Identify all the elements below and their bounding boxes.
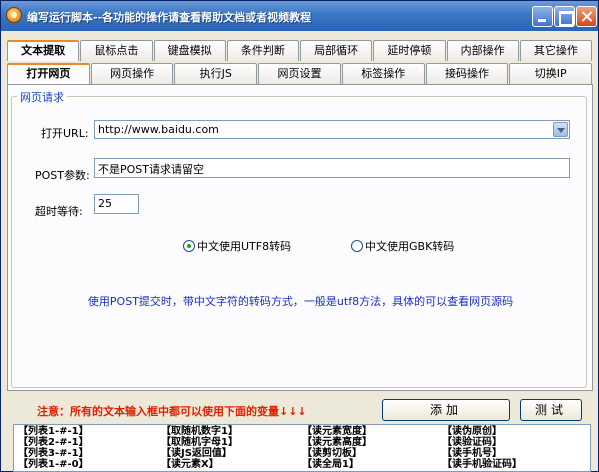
post-params-input[interactable]: 不是POST请求请留空 [94,158,570,178]
variable-item[interactable]: 【列表3-#-1】 [18,448,89,459]
variable-column: 【取随机数字1】 【取随机字母1】 【读JS返回值】 【读元素X】 [161,426,238,470]
tab-loop[interactable]: 局部循环 [300,40,373,61]
add-button[interactable]: 添加 [382,399,510,421]
variable-item[interactable]: 【列表2-#-1】 [18,437,89,448]
request-groupbox [11,96,587,388]
group-title: 网页请求 [17,89,67,105]
variable-item[interactable]: 【读验证码】 [442,437,522,448]
chevron-down-icon[interactable] [553,122,568,137]
variable-item[interactable]: 【取随机数字1】 [161,426,238,437]
tab-page-actions[interactable]: 网页操作 [90,63,174,84]
window-title: 编写运行脚本--各功能的操作请查看帮助文档或者视频教程 [27,11,312,24]
tab-mouse-click[interactable]: 鼠标点击 [80,40,153,61]
tab-run-js[interactable]: 执行JS [174,63,258,84]
maximize-button[interactable] [554,6,575,27]
tab-open-page[interactable]: 打开网页 [7,63,90,84]
variable-item[interactable]: 【读JS返回值】 [161,448,238,459]
variables-notice: 注意：所有的文本输入框中都可以使用下面的变量↓↓↓ [37,405,307,418]
main-tab-bar: 文本提取 鼠标点击 键盘模拟 条件判断 局部循环 延时停顿 内部操作 其它操作 [7,40,593,61]
encoding-hint: 使用POST提交时，带中文字符的转码方式，一般是utf8方法，具体的可以查看网页… [87,295,514,308]
variable-list[interactable]: 【列表1-#-1】 【列表2-#-1】 【列表3-#-1】 【列表1-#-0】 … [13,424,591,472]
variable-item[interactable]: 【读剪切板】 [302,448,372,459]
variable-column: 【列表1-#-1】 【列表2-#-1】 【列表3-#-1】 【列表1-#-0】 [18,426,89,470]
variable-item[interactable]: 【读全局1】 [302,459,372,470]
tab-keyboard[interactable]: 键盘模拟 [153,40,226,61]
title-bar[interactable]: 编写运行脚本--各功能的操作请查看帮助文档或者视频教程 [1,1,598,31]
tab-delay[interactable]: 延时停顿 [373,40,446,61]
variable-item[interactable]: 【读元素高度】 [302,437,372,448]
variable-item[interactable]: 【读伪原创】 [442,426,522,437]
variable-item[interactable]: 【读手机号】 [442,448,522,459]
tab-text-extract[interactable]: 文本提取 [7,40,80,61]
radio-unchecked-icon [351,240,363,252]
variable-item[interactable]: 【列表1-#-1】 [18,426,89,437]
sub-tab-bar: 打开网页 网页操作 执行JS 网页设置 标签操作 接码操作 切换IP [7,63,593,84]
tab-other[interactable]: 其它操作 [519,40,592,61]
url-label: 打开URL: [41,127,89,140]
minimize-button[interactable] [532,6,553,27]
variable-item[interactable]: 【读手机验证码】 [442,459,522,470]
test-button[interactable]: 测试 [520,399,582,421]
variable-item[interactable]: 【读元素宽度】 [302,426,372,437]
tab-tag-actions[interactable]: 标签操作 [341,63,425,84]
timeout-label: 超时等待: [35,205,83,218]
app-window: 编写运行脚本--各功能的操作请查看帮助文档或者视频教程 文本提取 鼠标点击 键盘… [0,0,599,472]
variable-item[interactable]: 【读元素X】 [161,459,238,470]
radio-gbk[interactable]: 中文使用GBK转码 [351,238,454,254]
tab-sms-code[interactable]: 接码操作 [425,63,509,84]
radio-utf8[interactable]: 中文使用UTF8转码 [183,238,291,254]
radio-checked-icon [183,240,195,252]
variable-column: 【读伪原创】 【读验证码】 【读手机号】 【读手机验证码】 [442,426,522,470]
radio-utf8-label: 中文使用UTF8转码 [197,240,292,253]
close-button[interactable] [576,6,597,27]
tab-condition[interactable]: 条件判断 [226,40,299,61]
tab-switch-ip[interactable]: 切换IP [509,63,593,84]
variable-item[interactable]: 【列表1-#-0】 [18,459,89,470]
app-icon [6,7,22,23]
timeout-input[interactable]: 25 [94,194,139,214]
radio-gbk-label: 中文使用GBK转码 [365,240,455,253]
variable-column: 【读元素宽度】 【读元素高度】 【读剪切板】 【读全局1】 [302,426,372,470]
tab-page-settings[interactable]: 网页设置 [258,63,341,84]
tab-internal[interactable]: 内部操作 [446,40,519,61]
post-label: POST参数: [35,169,90,182]
url-combobox[interactable]: http://www.baidu.com [94,120,570,139]
variable-item[interactable]: 【取随机字母1】 [161,437,238,448]
